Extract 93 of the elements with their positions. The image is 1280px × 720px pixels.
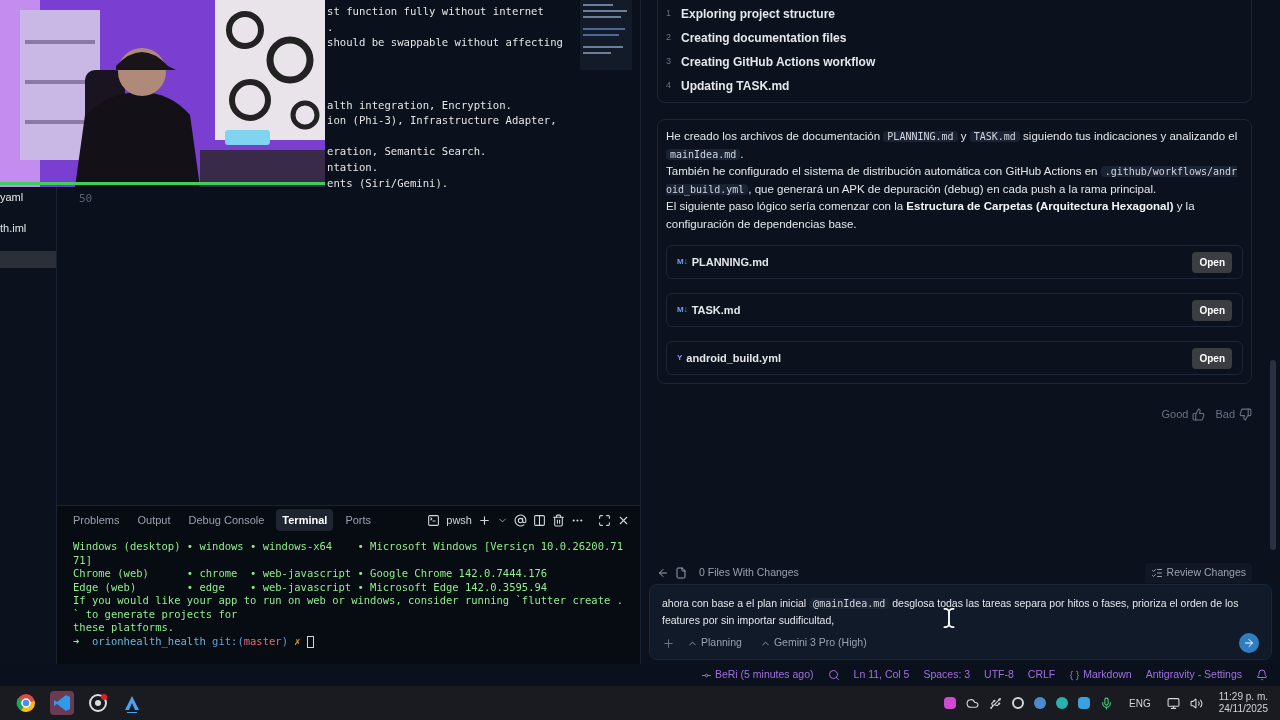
message-paragraph: He creado los archivos de documentación PLANNING.md y TASK.md siguiendo tus indicaciones y analizando el mainIdea.md . bbox=[666, 129, 1239, 162]
volume-icon[interactable] bbox=[1189, 696, 1203, 710]
panel-tab[interactable]: Ports bbox=[339, 508, 378, 532]
step-number: 3 bbox=[666, 55, 671, 69]
code-editor-icon[interactable] bbox=[50, 691, 74, 715]
open-button[interactable]: Open bbox=[1192, 299, 1232, 321]
code-line: ntation. bbox=[327, 160, 379, 173]
good-label[interactable]: Good bbox=[1161, 406, 1189, 423]
status-item[interactable]: CRLF bbox=[1027, 667, 1056, 683]
file-name: TASK.md bbox=[691, 302, 741, 318]
usb-icon[interactable] bbox=[989, 696, 1002, 710]
file-row[interactable]: Y android_build.yml Open bbox=[666, 341, 1243, 375]
checklist-icon bbox=[1150, 567, 1163, 579]
changes-label: 0 Files With Changes bbox=[699, 565, 799, 581]
panel-tab[interactable]: Terminal bbox=[276, 508, 334, 532]
thumbs-down-icon[interactable] bbox=[1239, 407, 1252, 421]
message-paragraph: También he configurado el sistema de distribución automática con GitHub Actions en .github/workflows/android_build.yml , que generará un APK de depuración (debug) en cada push a la rama principal. bbox=[666, 164, 1239, 198]
step-number: 2 bbox=[666, 31, 671, 45]
search-icon[interactable] bbox=[827, 669, 840, 681]
terminal-line: Windows (desktop) • windows • windows-x64 • Microsoft Windows [Versiçn 10.0.26200.71 bbox=[73, 540, 624, 554]
model-selector[interactable]: Gemini 3 Pro (High) bbox=[759, 635, 867, 651]
yaml-label: Y bbox=[677, 352, 683, 364]
bell-icon[interactable] bbox=[1256, 669, 1268, 681]
add-icon[interactable] bbox=[478, 513, 491, 527]
code-line: st function fully without internet bbox=[327, 5, 544, 17]
step-number: 4 bbox=[666, 79, 671, 93]
bad-label[interactable]: Bad bbox=[1215, 406, 1235, 423]
tray-app-icon[interactable] bbox=[1056, 697, 1068, 709]
markdown-label: M↓ bbox=[677, 256, 688, 268]
markdown-label: M↓ bbox=[677, 304, 688, 316]
file-row[interactable]: M↓ PLANNING.md Open bbox=[666, 245, 1243, 279]
code-line: eration, Semantic Search. bbox=[327, 145, 487, 158]
minimap-drawing bbox=[580, 0, 632, 70]
explorer-item[interactable]: yaml bbox=[0, 189, 56, 206]
settings-link[interactable]: Antigravity - Settings bbox=[1145, 667, 1242, 683]
step-label: Creating documentation files bbox=[681, 30, 847, 47]
microphone-icon[interactable] bbox=[1100, 696, 1113, 710]
arrow-icon bbox=[1243, 637, 1255, 649]
trash-icon[interactable] bbox=[552, 513, 565, 527]
status-item[interactable]: Spaces: 3 bbox=[923, 667, 971, 683]
explorer-item[interactable]: th.iml bbox=[0, 220, 56, 237]
git-author[interactable]: BeRi (5 minutes ago) bbox=[700, 667, 814, 683]
file-icon bbox=[675, 567, 687, 579]
record-icon[interactable] bbox=[88, 693, 108, 713]
maximize-icon[interactable] bbox=[598, 513, 611, 527]
step-number: 1 bbox=[666, 7, 671, 21]
tray-app-icon[interactable] bbox=[1034, 697, 1046, 709]
line-number: 50 bbox=[79, 192, 93, 206]
thumbs-up-icon[interactable] bbox=[1192, 407, 1206, 421]
review-changes-button[interactable]: Review Changes bbox=[1144, 563, 1252, 583]
panel-tab[interactable]: Debug Console bbox=[182, 508, 271, 532]
cloud-icon[interactable] bbox=[966, 696, 979, 710]
terminal-line: Chrome (web) • chrome • web-javascript • Google Chrome 142.0.7444.176 bbox=[73, 567, 549, 581]
back-icon[interactable] bbox=[657, 567, 669, 579]
code-line: . bbox=[327, 20, 334, 33]
code-line: alth integration, Encryption. bbox=[327, 98, 512, 111]
braces-icon bbox=[1069, 669, 1081, 681]
open-button[interactable]: Open bbox=[1192, 251, 1232, 273]
network-icon[interactable] bbox=[1166, 696, 1180, 710]
terminal-line: Edge (web) • edge • web-javascript • Microsoft Edge 142.0.3595.94 bbox=[73, 580, 549, 594]
language-indicator[interactable]: ENG bbox=[1129, 695, 1151, 711]
code-line: should be swappable without affecting bbox=[327, 36, 563, 49]
split-icon[interactable] bbox=[533, 513, 546, 527]
code-line: ents (Siri/Gemini). bbox=[327, 176, 449, 189]
file-row[interactable]: M↓ TASK.md Open bbox=[666, 293, 1243, 327]
step-label: Creating GitHub Actions workflow bbox=[681, 54, 876, 71]
clock[interactable]: 11:29 p. m. 24/11/2025 bbox=[1218, 691, 1268, 715]
mention-icon[interactable] bbox=[514, 513, 527, 527]
file-name: PLANNING.md bbox=[691, 254, 769, 270]
terminal-icon[interactable] bbox=[427, 513, 441, 527]
step-label: Exploring project structure bbox=[681, 6, 836, 23]
panel-tab[interactable]: Output bbox=[131, 508, 177, 532]
code-line: ion (Phi-3), Infrastructure Adapter, bbox=[327, 114, 557, 127]
terminal-line: 71] bbox=[73, 553, 93, 567]
browser-icon[interactable] bbox=[16, 693, 36, 713]
terminal-line: these platforms. bbox=[73, 621, 176, 635]
terminal-line: ` to generate projects for bbox=[73, 607, 239, 621]
chat-input[interactable]: ahora con base a el plan inicial @mainIdea.md desglosa todas las tareas separa por hitos o fases, prioriza el orden de los features por sin importar sudificultad, Planning Gemini 3 Pro (High) bbox=[649, 584, 1272, 660]
shell-name[interactable]: pwsh bbox=[446, 511, 472, 529]
terminal-line: If you would like your app to run on web or windows, consider running `flutter create . bbox=[73, 594, 624, 608]
terminal-prompt: ➜ orionhealth_health git:(master) ✗ bbox=[73, 634, 640, 648]
message-paragraph: El siguiente paso lógico sería comenzar con la Estructura de Carpetas (Arquitectura Hexagonal) y la configuración de dependencias base. bbox=[666, 199, 1196, 232]
language-mode[interactable]: Markdown bbox=[1069, 667, 1132, 683]
tray-app-icon[interactable] bbox=[1012, 697, 1024, 709]
mode-selector[interactable]: Planning bbox=[687, 635, 742, 651]
panel-tab[interactable]: Problems bbox=[67, 508, 126, 532]
step-label: Updating TASK.md bbox=[681, 78, 790, 95]
status-item[interactable]: UTF-8 bbox=[984, 667, 1014, 683]
open-button[interactable]: Open bbox=[1192, 347, 1232, 369]
status-item[interactable]: Ln 11, Col 5 bbox=[853, 667, 910, 683]
file-name: android_build.yml bbox=[686, 350, 782, 366]
tray-app-icon[interactable] bbox=[1078, 697, 1090, 709]
send-button[interactable] bbox=[1239, 633, 1259, 653]
